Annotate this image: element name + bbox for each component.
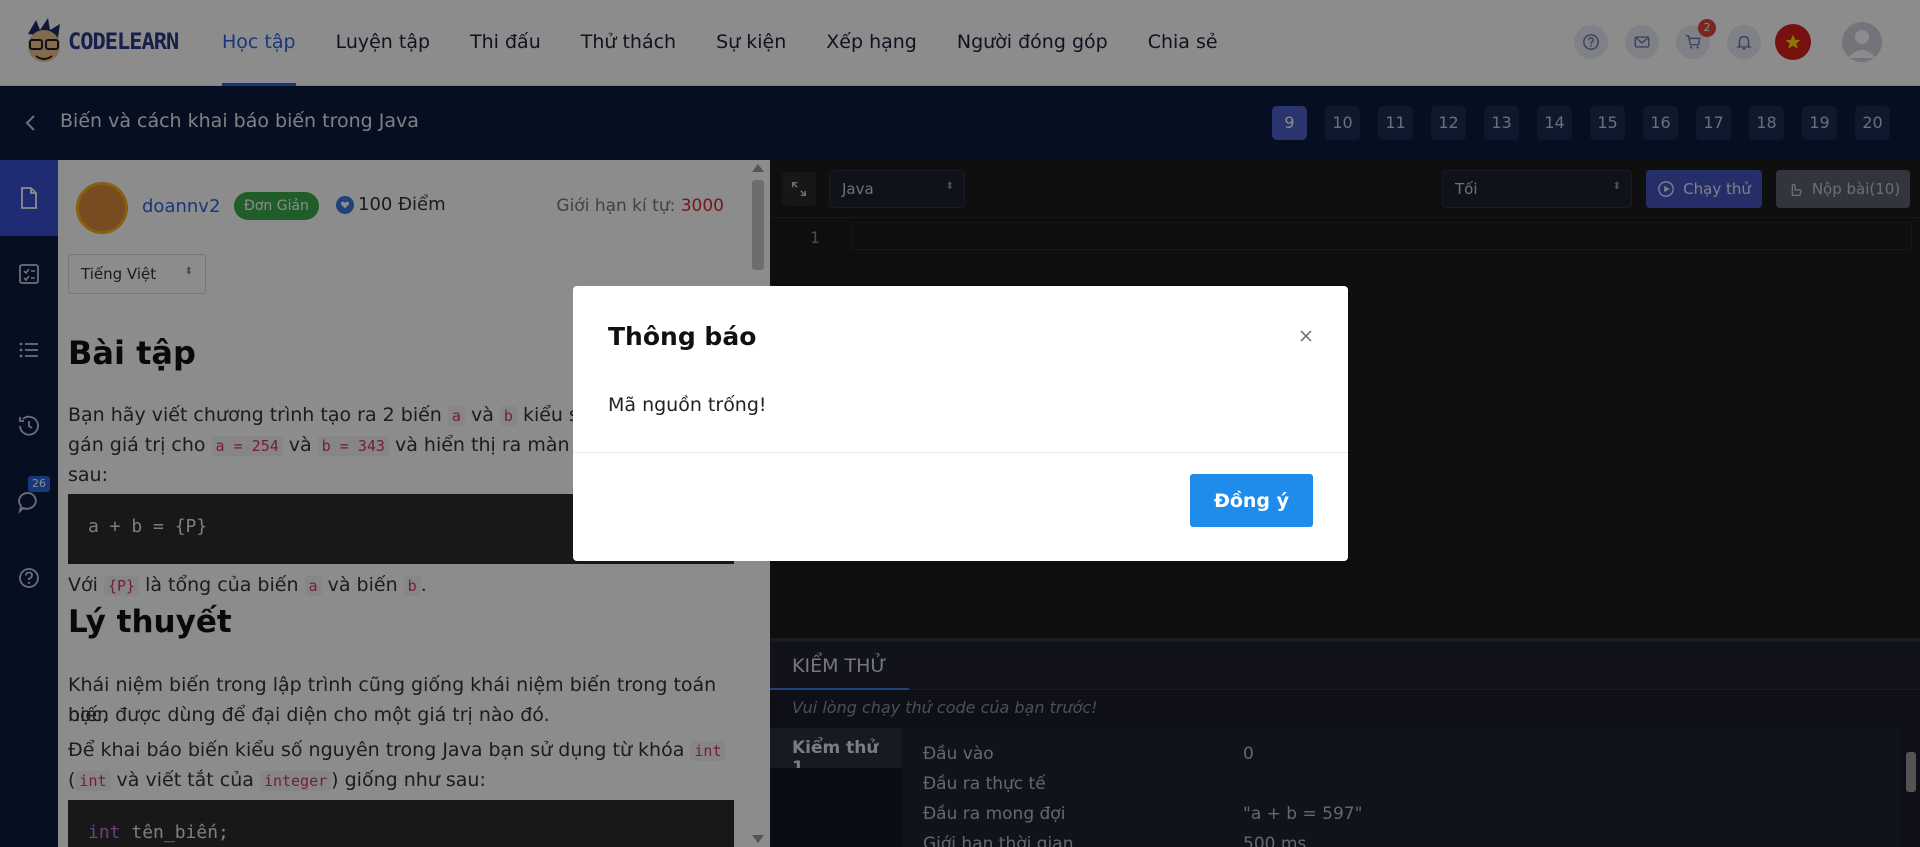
- close-icon: [1300, 330, 1312, 342]
- close-button[interactable]: [1294, 324, 1318, 348]
- dialog-divider: [573, 452, 1348, 453]
- dialog-title: Thông báo: [608, 322, 757, 351]
- notification-dialog: Thông báo Mã nguồn trống! Đồng ý: [573, 286, 1348, 561]
- ok-button[interactable]: Đồng ý: [1190, 474, 1313, 527]
- dialog-message: Mã nguồn trống!: [608, 394, 767, 416]
